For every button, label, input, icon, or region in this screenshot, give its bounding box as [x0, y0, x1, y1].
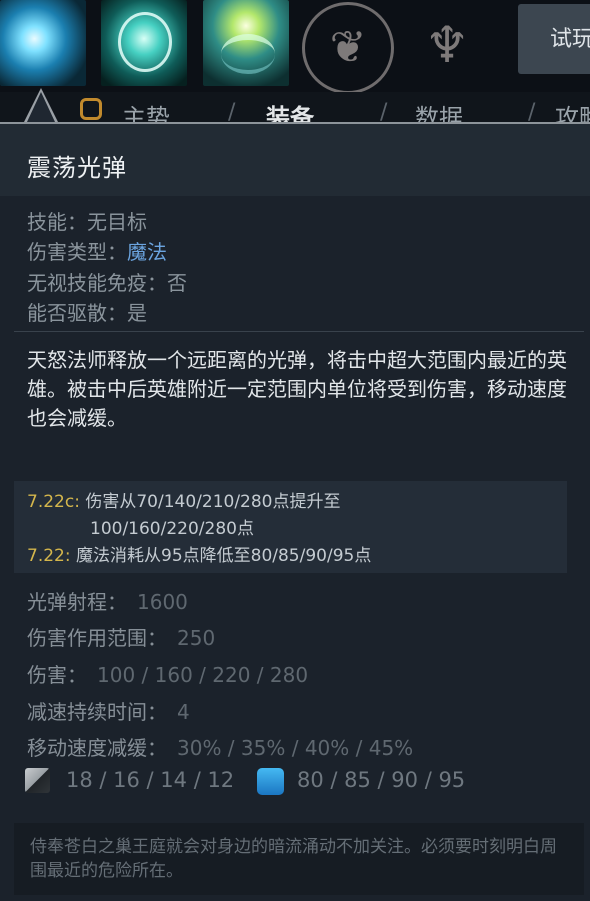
ability-icon-ancient-seal[interactable] [101, 0, 187, 86]
mana-cost-values: 80 / 85 / 90 / 95 [297, 768, 466, 792]
talent-tree-icon[interactable]: ❦ [302, 2, 394, 94]
lore-box: 侍奉苍白之巢王庭就会对身边的暗流涌动不加关注。必须要时刻明白周围最近的危险所在。 [14, 823, 584, 895]
stat-row: 减速持续时间： 4 [27, 700, 190, 724]
info-cast-type: 技能：无目标 [27, 210, 147, 234]
cooldown-icon [25, 768, 50, 793]
ability-title: 震荡光弹 [27, 154, 127, 182]
stat-row: 移动速度减缓： 30% / 35% / 40% / 45% [27, 736, 414, 760]
divider [14, 331, 584, 332]
scepter-shard-icon[interactable]: ♆ [404, 2, 490, 88]
info-dispellable: 能否驱散：是 [27, 301, 147, 325]
swirl-icon [221, 34, 275, 74]
ability-bar: ❦ ♆ 试玩 主势 / 装备 / 数据 / 攻略 [0, 0, 590, 122]
patch-notes: 7.22c: 伤害从70/140/210/280点提升至 100/160/220… [14, 481, 567, 573]
ability-icon-mystic-flare[interactable] [203, 0, 289, 86]
info-pierces-immunity: 无视技能免疫：否 [27, 271, 187, 295]
tab-items[interactable]: 装备 [266, 98, 314, 122]
patch-note: 7.22c: 伤害从70/140/210/280点提升至 [27, 492, 341, 512]
ability-tooltip: 震荡光弹 技能：无目标 伤害类型：魔法 无视技能免疫：否 能否驱散：是 天怒法师… [0, 122, 590, 901]
stat-row: 伤害： 100 / 160 / 220 / 280 [27, 663, 309, 687]
tab-bar: 主势 / 装备 / 数据 / 攻略 [0, 92, 590, 122]
tab-guides[interactable]: 攻略 [555, 98, 590, 122]
home-icon [80, 98, 102, 120]
tab-separator: / [380, 100, 388, 122]
patch-note: 7.22: 魔法消耗从95点降低至80/85/90/95点 [27, 546, 372, 566]
trial-button[interactable]: 试玩 [518, 4, 590, 74]
lore-text: 侍奉苍白之巢王庭就会对身边的暗流涌动不加关注。必须要时刻明白周围最近的危险所在。 [30, 837, 557, 881]
cooldown-values: 18 / 16 / 14 / 12 [66, 768, 235, 792]
stat-row: 光弹射程： 1600 [27, 590, 188, 614]
info-damage-type: 伤害类型：魔法 [27, 240, 167, 264]
ability-description: 天怒法师释放一个远距离的光弹，将击中超大范围内最近的英雄。被击中后英雄附近一定范… [27, 348, 567, 430]
tab-separator: / [228, 100, 236, 122]
seal-ring-icon [118, 12, 172, 72]
tab-overview[interactable]: 主势 [122, 98, 170, 122]
tab-separator: / [528, 100, 536, 122]
patch-note: 100/160/220/280点 [90, 519, 254, 539]
tab-stats[interactable]: 数据 [415, 98, 463, 122]
stat-row: 伤害作用范围： 250 [27, 626, 216, 650]
tooltip-header: 震荡光弹 [0, 124, 590, 196]
ability-icon-concussive-shot[interactable] [0, 0, 86, 86]
mana-icon [257, 768, 284, 795]
